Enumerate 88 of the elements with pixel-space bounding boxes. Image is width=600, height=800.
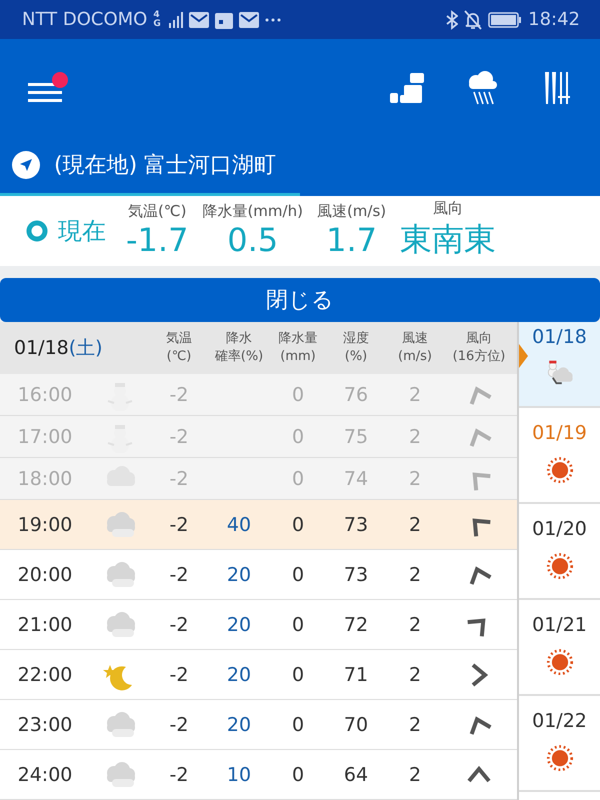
column-header: 風速 (m/s): [397, 330, 433, 366]
humidity-cell-text: 71: [342, 664, 370, 686]
temperature-cell-text: -2: [168, 426, 190, 448]
precipitation-cell-text: 0: [290, 714, 306, 736]
mail-icon: [189, 12, 210, 28]
humidity-cell-text: 73: [342, 564, 370, 586]
humidity-cell-text: 70: [342, 714, 370, 736]
temperature-cell-text: -2: [168, 764, 190, 786]
humidity-cell-text: 76: [342, 384, 370, 406]
temperature-cell-text: -2: [168, 664, 190, 686]
metric-label: 風向: [433, 199, 464, 218]
time-cell-text: 18:00: [16, 468, 74, 490]
metric-value: 0.5: [227, 221, 278, 260]
humidity-cell-text: 75: [342, 426, 370, 448]
wind-speed-cell-text: 2: [408, 426, 422, 448]
current-label: 現在: [58, 216, 106, 247]
wind-speed-cell-text: 2: [408, 614, 422, 636]
time-cell-text: 21:00: [16, 614, 74, 636]
network-type: 4G: [153, 10, 162, 29]
humidity-cell-text: 74: [342, 468, 370, 490]
wind-speed-cell-text: 2: [408, 764, 422, 786]
location-name: (現在地) 富士河口湖町: [54, 152, 276, 180]
time-cell-text: 22:00: [16, 664, 74, 686]
wind-speed-cell-text: 2: [408, 664, 422, 686]
time-cell-text: 16:00: [16, 384, 74, 406]
metric-value: 1.7: [326, 221, 377, 260]
clock: 18:42: [528, 9, 580, 30]
battery-icon: [488, 12, 522, 28]
temperature-cell-text: -2: [168, 468, 190, 490]
time-cell-text: 24:00: [16, 764, 74, 786]
precipitation-cell-text: 0: [290, 664, 306, 686]
bell-off-icon: [464, 10, 482, 30]
rain-cloud-icon[interactable]: [466, 70, 500, 106]
column-header: 降水量 (mm): [278, 330, 318, 366]
precipitation-cell-text: 0: [290, 514, 306, 536]
close-button[interactable]: 閉じる: [0, 278, 600, 322]
humidity-cell-text: 64: [342, 764, 370, 786]
precipitation-chance-cell-text: 20: [226, 614, 252, 636]
humidity-cell-text: 73: [342, 514, 370, 536]
precipitation-cell-text: 0: [290, 468, 306, 490]
time-cell-text: 23:00: [16, 714, 74, 736]
metric-value: -1.7: [126, 221, 188, 260]
precipitation-chance-cell-text: 40: [226, 514, 252, 536]
ski-icon[interactable]: [542, 70, 570, 106]
time-cell-text: 17:00: [16, 426, 74, 448]
temperature-cell-text: -2: [168, 514, 190, 536]
bluetooth-icon: [446, 10, 458, 30]
precipitation-cell-text: 0: [290, 764, 306, 786]
precipitation-cell-text: 0: [290, 384, 306, 406]
pointer-icon: [519, 344, 528, 368]
temperature-cell-text: -2: [168, 714, 190, 736]
wind-speed-cell-text: 2: [408, 468, 422, 490]
temperature-cell-text: -2: [168, 614, 190, 636]
wind-speed-cell-text: 2: [408, 564, 422, 586]
radio-ring-icon: [26, 220, 48, 242]
column-header: 風向 (16方位): [452, 330, 506, 366]
temperature-cell-text: -2: [168, 564, 190, 586]
column-header: 降水 確率(%): [214, 330, 264, 366]
mail-icon: [239, 12, 260, 28]
precipitation-chance-cell-text: 20: [226, 714, 252, 736]
carrier-name: NTT DOCOMO: [22, 9, 148, 30]
menu-button[interactable]: [28, 72, 68, 104]
steps-icon[interactable]: [390, 71, 424, 105]
precipitation-chance-cell-text: 20: [226, 564, 252, 586]
column-header: 気温 (℃): [165, 330, 193, 366]
metric-label: 風速(m/s): [316, 202, 386, 222]
humidity-cell-text: 72: [342, 614, 370, 636]
temperature-cell-text: -2: [168, 384, 190, 406]
precipitation-cell-text: 0: [290, 426, 306, 448]
wind-speed-cell-text: 2: [408, 514, 422, 536]
calendar-icon: [215, 10, 234, 29]
precipitation-chance-cell-text: 10: [226, 764, 252, 786]
precipitation-cell-text: 0: [290, 614, 306, 636]
precipitation-cell-text: 0: [290, 564, 306, 586]
metric-label: 降水量(mm/h): [202, 202, 303, 222]
more-icon: [265, 18, 282, 22]
navigation-icon: [12, 150, 40, 179]
signal-icon: [169, 12, 184, 28]
date-heading: 01/18(土): [13, 336, 104, 362]
day-tab[interactable]: 01/18: [519, 322, 600, 408]
metric-label: 気温(℃): [128, 202, 186, 222]
wind-speed-cell-text: 2: [408, 714, 422, 736]
time-cell-text: 19:00: [16, 514, 74, 536]
wind-speed-cell-text: 2: [408, 384, 422, 406]
metric-value: 東南東: [400, 219, 496, 260]
column-header: 湿度 (%): [342, 330, 370, 366]
time-cell-text: 20:00: [16, 564, 74, 586]
precipitation-chance-cell-text: 20: [226, 664, 252, 686]
